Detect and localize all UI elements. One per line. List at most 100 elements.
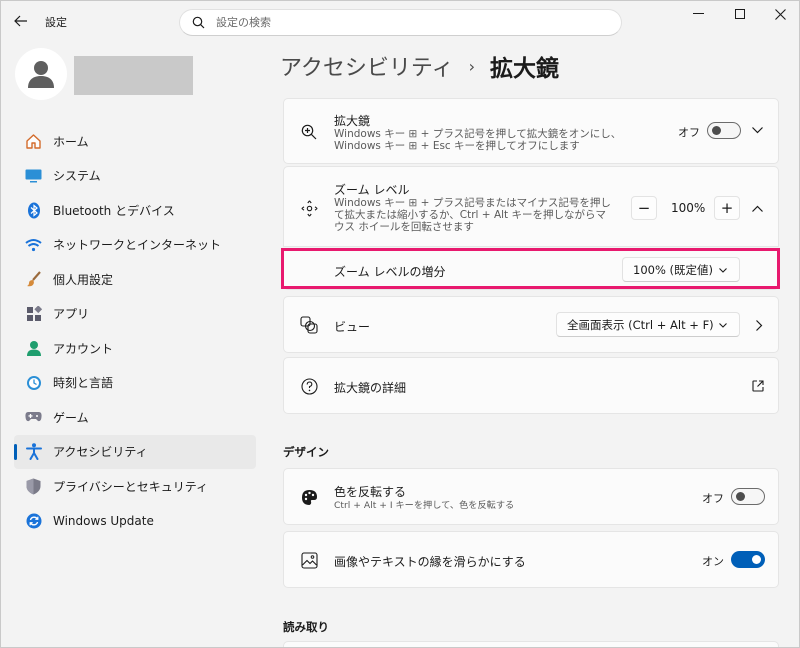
sidebar-item-label: 時刻と言語 [53,376,114,391]
apps-icon [25,305,42,322]
home-icon [25,133,42,150]
sidebar-item-label: ネットワークとインターネット [53,238,222,253]
sidebar-item-personalization[interactable]: 個人用設定 [14,262,256,297]
search-input[interactable] [216,16,596,29]
chevron-down-icon [751,126,763,133]
smooth-edges-title: 画像やテキストの縁を滑らかにする [334,555,526,569]
sidebar-item-label: Windows Update [53,513,154,528]
title-bar: 設定 [0,0,800,40]
minimize-button[interactable] [680,4,716,24]
minimize-icon [692,13,704,14]
toggle-knob [736,492,745,501]
magnifier-details-card[interactable]: 拡大鏡の詳細 [283,357,779,414]
toggle-knob [752,555,761,564]
reading-card[interactable] [283,641,779,648]
invert-colors-toggle[interactable] [731,488,765,505]
breadcrumb: アクセシビリティ › 拡大鏡 [280,50,559,82]
sidebar-item-apps[interactable]: アプリ [14,297,256,332]
magnifier-toggle[interactable] [707,122,741,139]
sidebar-item-time-language[interactable]: 時刻と言語 [14,366,256,401]
sidebar-item-privacy[interactable]: プライバシーとセキュリティ [14,469,256,504]
reading-section-title: 読み取り [283,620,329,634]
close-icon [774,8,786,20]
chevron-down-icon [719,323,727,328]
image-icon [300,551,318,569]
sidebar-item-accounts[interactable]: アカウント [14,331,256,366]
smooth-edges-toggle-state: オン [702,555,724,568]
sidebar-item-gaming[interactable]: ゲーム [14,400,256,435]
sidebar-item-label: 個人用設定 [53,272,114,287]
sidebar-item-label: ゲーム [53,410,89,425]
highlight-box [281,248,780,289]
magnifier-toggle-state: オフ [678,126,700,139]
sidebar-item-label: Bluetooth とデバイス [53,203,175,218]
sidebar-item-label: アプリ [53,307,90,322]
system-icon [25,167,42,184]
toggle-knob [712,126,721,135]
zoom-increase-button[interactable]: + [714,196,740,220]
sidebar-item-label: ホーム [53,134,89,149]
bluetooth-icon [25,202,42,219]
sidebar-item-label: アクセシビリティ [53,445,148,460]
sidebar-item-network[interactable]: ネットワークとインターネット [14,228,256,263]
avatar[interactable] [15,48,67,100]
sidebar-item-accessibility[interactable]: アクセシビリティ [14,434,256,469]
brush-icon [25,271,42,288]
sidebar-item-label: プライバシーとセキュリティ [53,479,209,494]
shield-icon [25,478,42,495]
view-open-chevron-button[interactable] [752,318,766,332]
maximize-button[interactable] [722,4,758,24]
zoom-level-card: ズーム レベル Windows キー ⊞ + プラス記号またはマイナス記号を押し… [283,166,779,247]
back-arrow-icon [14,15,27,27]
invert-colors-title: 色を反転する [334,485,407,499]
sidebar-item-label: システム [53,169,101,184]
chevron-up-icon [751,205,763,212]
close-button[interactable] [762,4,798,24]
magnifier-description: Windows キー ⊞ + プラス記号を押して拡大鏡をオンにし、Windows… [334,128,622,152]
magnifier-title: 拡大鏡 [334,114,371,128]
move-arrows-icon [300,199,318,217]
zoom-level-description: Windows キー ⊞ + プラス記号またはマイナス記号を押して拡大または縮小… [334,197,611,233]
sidebar-item-windows-update[interactable]: Windows Update [14,504,256,539]
sidebar-item-system[interactable]: システム [14,159,256,194]
back-button[interactable] [10,10,32,32]
collapse-chevron-button[interactable] [750,201,764,215]
invert-colors-toggle-state: オフ [702,492,724,505]
view-title: ビュー [334,320,371,334]
magnifier-details-title: 拡大鏡の詳細 [334,381,407,395]
external-link-button[interactable] [751,379,765,393]
invert-colors-card[interactable]: 色を反転する Ctrl + Alt + I キーを押して、色を反転する オフ [283,468,779,525]
user-icon [28,61,54,88]
zoom-level-value: 100% [671,201,706,215]
sidebar-nav: ホーム システム Bluetooth とデバイス ネットワークとインターネット … [14,124,256,538]
magnifier-card[interactable]: 拡大鏡 Windows キー ⊞ + プラス記号を押して拡大鏡をオンにし、Win… [283,98,779,164]
update-icon [25,512,42,529]
wifi-icon [25,236,42,253]
invert-colors-description: Ctrl + Alt + I キーを押して、色を反転する [334,500,515,511]
search-icon [192,16,206,30]
expand-chevron-button[interactable] [750,123,764,137]
gamepad-icon [25,409,42,426]
sidebar-item-label: アカウント [53,341,114,356]
account-icon [25,340,42,357]
accessibility-icon [25,443,42,461]
sidebar-item-bluetooth[interactable]: Bluetooth とデバイス [14,193,256,228]
view-dropdown[interactable]: 全画面表示 (Ctrl + Alt + F) [556,312,740,337]
design-section-title: デザイン [283,445,329,459]
breadcrumb-separator: › [468,56,475,76]
view-mode-icon [300,316,318,334]
smooth-edges-toggle[interactable] [731,551,765,568]
zoom-decrease-button[interactable]: − [631,196,657,220]
search-box[interactable] [179,9,622,36]
view-card[interactable]: ビュー 全画面表示 (Ctrl + Alt + F) [283,296,779,353]
sidebar-item-home[interactable]: ホーム [14,124,256,159]
page-title: 拡大鏡 [490,56,559,82]
smooth-edges-card[interactable]: 画像やテキストの縁を滑らかにする オン [283,531,779,588]
zoom-in-icon [300,123,318,141]
time-language-icon [25,374,42,391]
profile-name-redacted [74,56,193,95]
zoom-level-title: ズーム レベル [334,183,410,197]
maximize-icon [734,8,745,19]
palette-icon [300,488,318,506]
breadcrumb-parent-link[interactable]: アクセシビリティ [280,50,454,82]
